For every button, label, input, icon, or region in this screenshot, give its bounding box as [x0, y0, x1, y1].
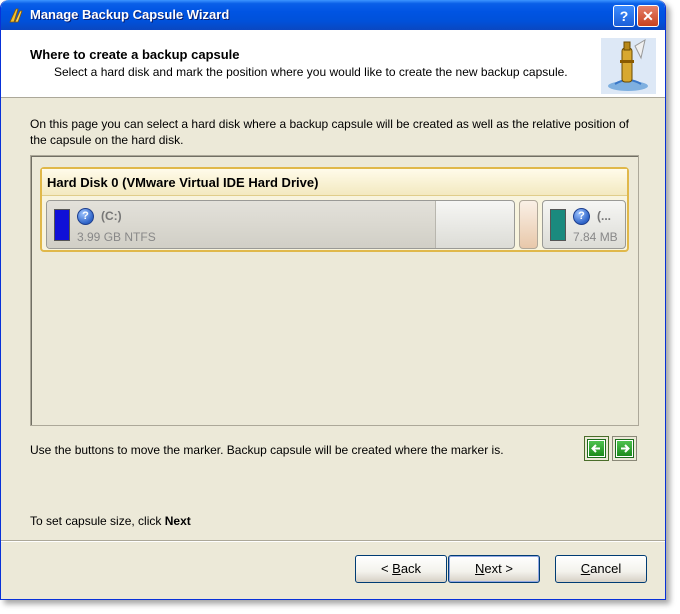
arrow-left-icon [591, 444, 600, 453]
page-title: Where to create a backup capsule [30, 47, 240, 62]
partition-second[interactable]: ? (... 7.84 MB [542, 200, 626, 249]
partition-size: 7.84 MB [573, 230, 618, 244]
capsule-size-hint: To set capsule size, click Next [30, 514, 191, 528]
page-subtitle: Select a hard disk and mark the position… [54, 65, 568, 79]
partition-name: (C:) [101, 209, 122, 223]
next-button[interactable]: Next > [448, 555, 540, 583]
wizard-header: Where to create a backup capsule Select … [1, 30, 665, 98]
disk-label: Hard Disk 0 (VMware Virtual IDE Hard Dri… [42, 169, 627, 196]
back-button[interactable]: < Back [355, 555, 447, 583]
capsule-wizard-icon [601, 38, 656, 94]
partition-name: (... [597, 209, 611, 223]
move-marker-right-button[interactable] [612, 436, 637, 461]
move-marker-left-button[interactable] [584, 436, 609, 461]
cancel-button[interactable]: Cancel [555, 555, 647, 583]
partition-color-swatch [54, 209, 70, 241]
disk-panel[interactable]: Hard Disk 0 (VMware Virtual IDE Hard Dri… [40, 167, 629, 252]
help-icon: ? [573, 208, 590, 225]
partition-color-swatch [550, 209, 566, 241]
partition-size: 3.99 GB NTFS [77, 230, 156, 244]
disk-map-area: Hard Disk 0 (VMware Virtual IDE Hard Dri… [30, 155, 639, 426]
page-description: On this page you can select a hard disk … [30, 117, 630, 147]
footer-divider [1, 540, 665, 542]
close-button[interactable]: ✕ [637, 5, 659, 27]
help-button[interactable]: ? [613, 5, 635, 27]
move-marker-instruction: Use the buttons to move the marker. Back… [30, 443, 504, 457]
arrow-right-icon [621, 444, 630, 453]
window-title: Manage Backup Capsule Wizard [30, 7, 230, 22]
help-icon: ? [77, 208, 94, 225]
wizard-window: Manage Backup Capsule Wizard ? ✕ Where t… [0, 0, 666, 600]
capsule-position-marker[interactable] [519, 200, 538, 249]
app-icon [9, 8, 23, 23]
partition-c[interactable]: ? (C:) 3.99 GB NTFS [46, 200, 515, 249]
title-bar[interactable]: Manage Backup Capsule Wizard ? ✕ [1, 0, 665, 30]
